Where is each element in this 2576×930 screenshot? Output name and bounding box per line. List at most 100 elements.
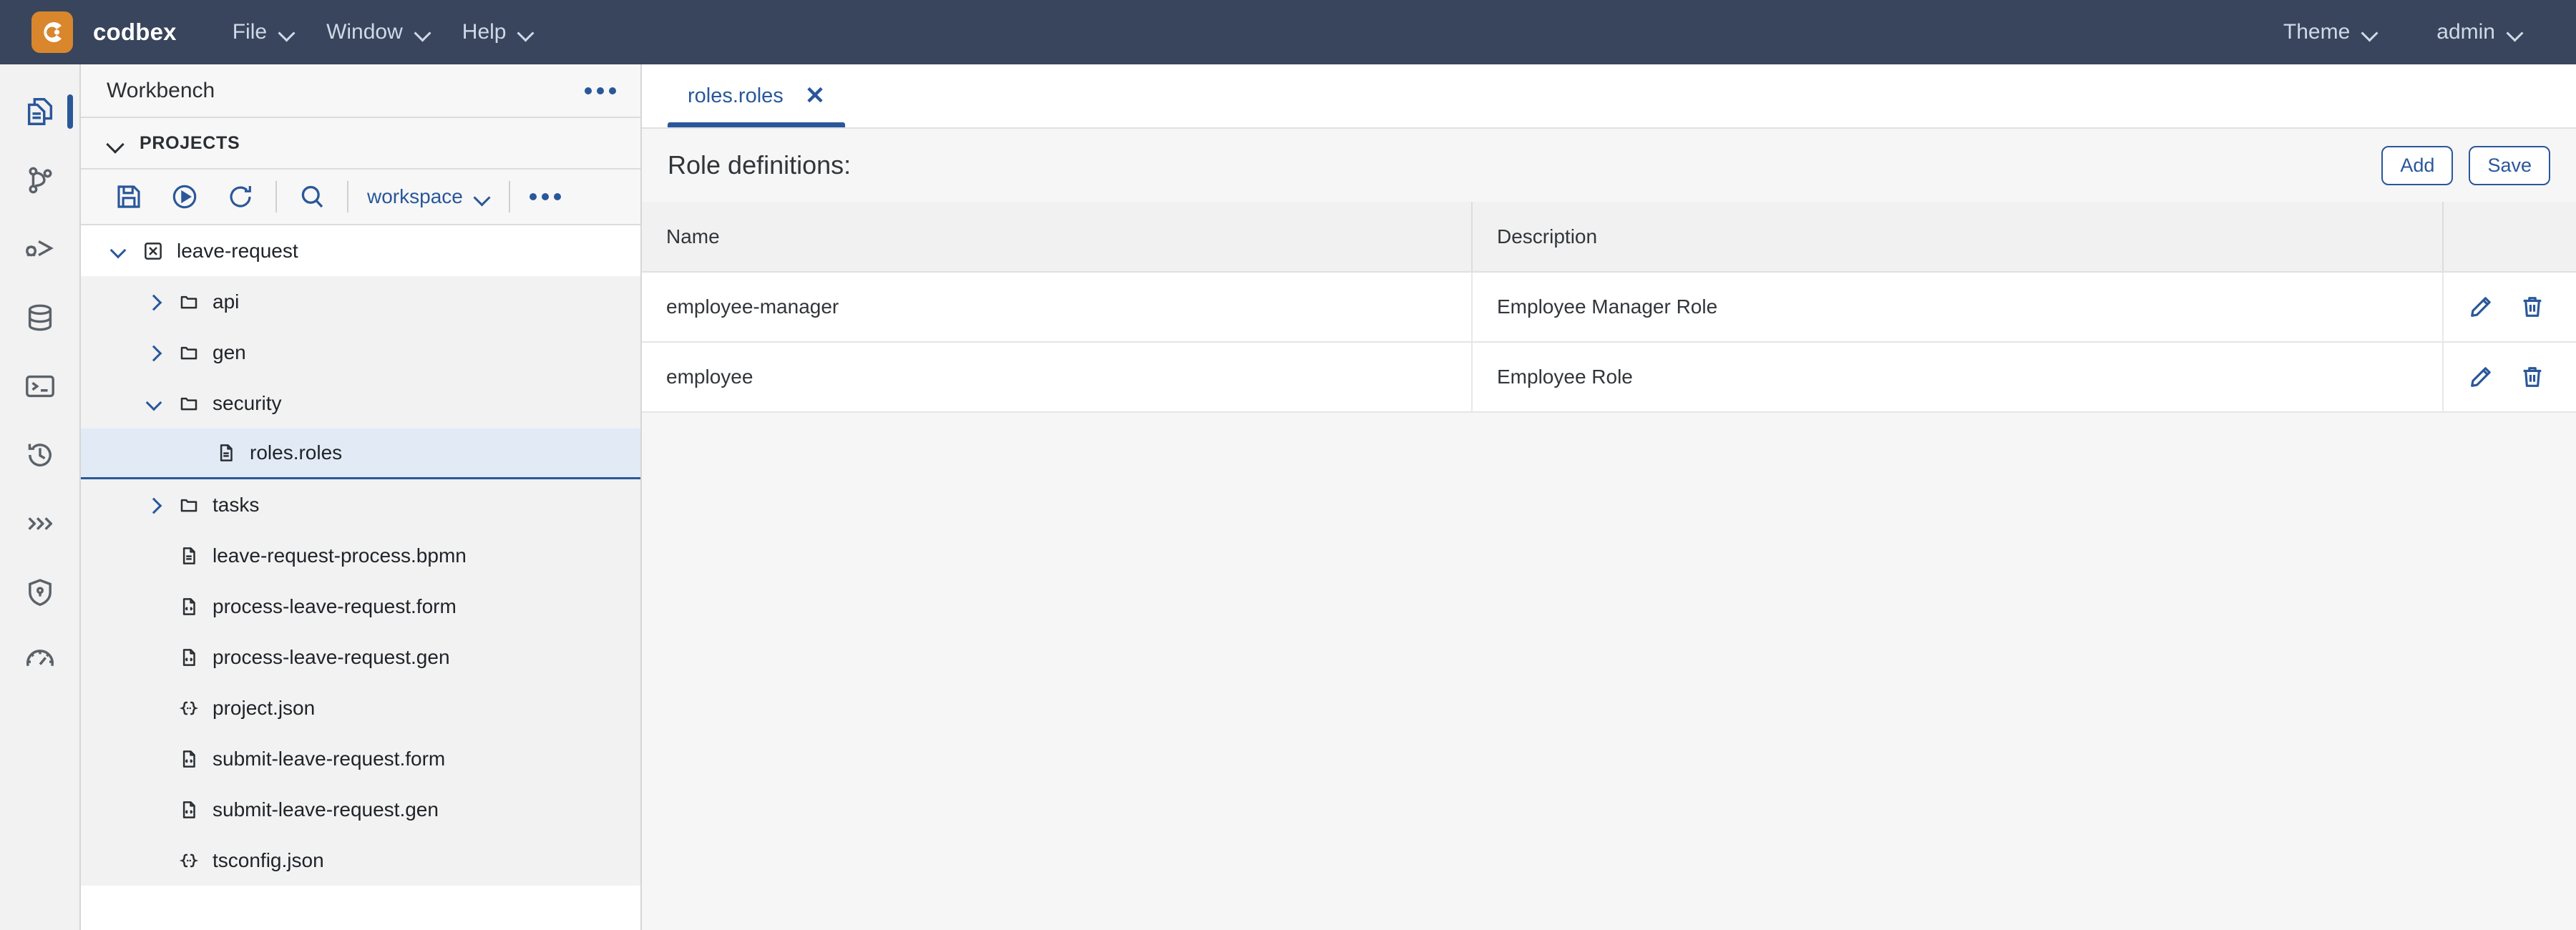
cell-actions: [2443, 272, 2576, 343]
chevron-right-icon[interactable]: [137, 346, 170, 360]
tree-item-leave-request-process-bpmn[interactable]: leave-request-process.bpmn: [81, 530, 640, 581]
activity-item-debug[interactable]: [0, 215, 80, 283]
cell-actions: [2443, 342, 2576, 413]
refresh-icon[interactable]: [213, 169, 268, 225]
tree-item-tasks[interactable]: tasks: [81, 479, 640, 530]
activity-item-history[interactable]: [0, 421, 80, 489]
projects-section-title: PROJECTS: [140, 132, 240, 153]
folder-icon: [170, 393, 208, 414]
terminal-icon: [24, 370, 57, 403]
shield-lock-icon: [24, 576, 57, 609]
user-menu[interactable]: admin: [2421, 11, 2539, 53]
tree-item-label: process-leave-request.form: [213, 594, 457, 617]
tree-item-submit-leave-request-gen[interactable]: submit-leave-request.gen: [81, 784, 640, 835]
tree-item-leave-request[interactable]: leave-request: [81, 225, 640, 276]
page-title: Role definitions:: [668, 150, 852, 180]
project-tree: leave-request api gen security roles.rol…: [81, 225, 640, 930]
file-code-icon: [170, 596, 208, 617]
theme-selector[interactable]: Theme: [2268, 11, 2394, 53]
file-doc-icon: [170, 545, 208, 567]
column-header-name: Name: [642, 202, 1473, 273]
chevron-right-icon[interactable]: [137, 498, 170, 512]
workspace-selector[interactable]: workspace: [356, 185, 502, 208]
roles-table-head: Name Description: [642, 202, 2576, 273]
tree-item-label: leave-request-process.bpmn: [213, 544, 467, 567]
cell-name: employee-manager: [642, 272, 1473, 343]
column-header-description: Description: [1472, 202, 2444, 273]
main-menu: File Window Help: [217, 11, 550, 53]
activity-item-security[interactable]: [0, 558, 80, 627]
roles-editor-header: Role definitions: Add Save: [642, 129, 2576, 202]
menu-file-label: File: [232, 20, 268, 44]
tree-item-label: leave-request: [177, 239, 298, 262]
debug-run-icon: [24, 232, 57, 265]
body-container: Workbench PROJECTS workspace leave-reque…: [0, 64, 2576, 930]
row-action-group: [2468, 364, 2552, 390]
explorer-title: Workbench: [107, 78, 215, 102]
editor-empty-space: [642, 413, 2576, 930]
activity-item-workbench[interactable]: [0, 77, 80, 146]
file-code-icon: [170, 748, 208, 770]
chevrons-right-icon: [24, 507, 57, 540]
chevron-down-icon: [415, 24, 431, 40]
chevron-right-icon[interactable]: [137, 295, 170, 309]
menu-file[interactable]: File: [217, 11, 311, 53]
tree-item-submit-leave-request-form[interactable]: submit-leave-request.form: [81, 733, 640, 784]
chevron-down-icon[interactable]: [137, 396, 170, 411]
table-row[interactable]: employee-manager Employee Manager Role: [642, 272, 2576, 343]
menu-help-label: Help: [462, 20, 507, 44]
tab-roles-roles[interactable]: roles.roles ✕: [668, 64, 846, 127]
trash-icon[interactable]: [2519, 294, 2545, 320]
tree-item-tsconfig-json[interactable]: tsconfig.json: [81, 835, 640, 886]
tree-item-project-json[interactable]: project.json: [81, 682, 640, 733]
pencil-icon[interactable]: [2468, 364, 2494, 390]
more-horizontal-icon[interactable]: [585, 87, 616, 94]
activity-item-terminal[interactable]: [0, 352, 80, 421]
codbex-logo-icon[interactable]: [31, 11, 73, 53]
roles-table: Name Description employee-manager Employ…: [642, 202, 2576, 413]
database-icon: [24, 301, 57, 334]
tree-item-process-leave-request-gen[interactable]: process-leave-request.gen: [81, 632, 640, 682]
save-icon[interactable]: [101, 169, 157, 225]
menu-window[interactable]: Window: [311, 11, 447, 53]
history-clock-icon: [24, 439, 57, 471]
close-icon[interactable]: ✕: [805, 84, 826, 108]
cell-description: Employee Role: [1472, 342, 2444, 413]
explorer-toolbar: workspace: [81, 170, 640, 225]
activity-bar: [0, 64, 81, 930]
cell-description: Employee Manager Role: [1472, 272, 2444, 343]
file-doc-icon: [207, 442, 245, 464]
tree-item-api[interactable]: api: [81, 276, 640, 327]
trash-icon[interactable]: [2519, 364, 2545, 390]
tree-item-roles-roles[interactable]: roles.roles: [81, 429, 640, 479]
folder-icon: [170, 494, 208, 516]
add-button[interactable]: Add: [2381, 145, 2454, 185]
projects-section-header[interactable]: PROJECTS: [81, 118, 640, 170]
pencil-icon[interactable]: [2468, 294, 2494, 320]
chevron-down-icon: [2362, 24, 2378, 40]
chevron-down-icon: [107, 134, 124, 152]
topbar-right-group: Theme admin: [2268, 11, 2539, 53]
tree-item-security[interactable]: security: [81, 378, 640, 429]
file-code-icon: [170, 647, 208, 668]
menu-help[interactable]: Help: [447, 11, 550, 53]
chevron-down-icon: [518, 24, 534, 40]
roles-table-body: employee-manager Employee Manager Role e…: [642, 272, 2576, 413]
tree-item-process-leave-request-form[interactable]: process-leave-request.form: [81, 581, 640, 632]
activity-item-database[interactable]: [0, 283, 80, 352]
row-action-group: [2468, 294, 2552, 320]
activity-item-monitoring[interactable]: [0, 627, 80, 695]
tab-label: roles.roles: [688, 84, 784, 107]
search-icon[interactable]: [284, 169, 340, 225]
header-actions: Add Save: [2381, 145, 2550, 185]
activity-item-jobs[interactable]: [0, 489, 80, 558]
activity-item-git[interactable]: [0, 146, 80, 215]
save-button[interactable]: Save: [2469, 145, 2550, 185]
toolbar-divider: [347, 181, 348, 212]
more-horizontal-icon[interactable]: [517, 169, 573, 225]
play-circle-icon[interactable]: [157, 169, 213, 225]
tree-item-gen[interactable]: gen: [81, 327, 640, 378]
brand-name: codbex: [93, 19, 177, 45]
chevron-down-icon[interactable]: [101, 244, 134, 258]
table-row[interactable]: employee Employee Role: [642, 342, 2576, 413]
